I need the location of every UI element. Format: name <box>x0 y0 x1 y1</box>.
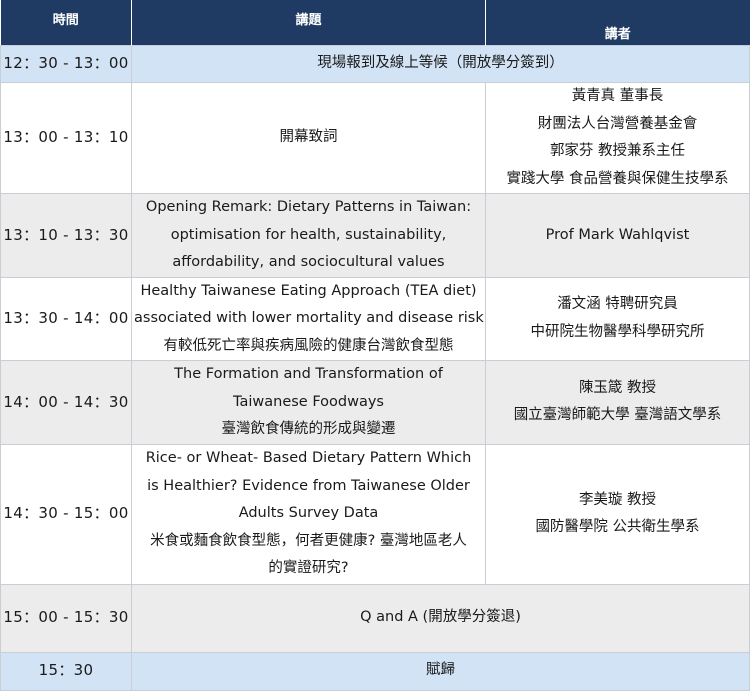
speaker-cell: 黃青真 董事長 財團法人台灣營養基金會 郭家芬 教授兼系主任 實踐大學 食品營養… <box>485 82 750 194</box>
topic-line: Rice- or Wheat- Based Dietary Pattern Wh… <box>145 450 472 467</box>
speaker-line: 潘文涵 特聘研究員 <box>557 296 678 313</box>
speaker-line: 陳玉箴 教授 <box>578 379 657 396</box>
topic-line: 開幕致詞 <box>279 129 338 146</box>
table-row: 15：00 - 15：30 Q and A (開放學分簽退) <box>0 583 750 653</box>
topic-cell: Healthy Taiwanese Eating Approach (TEA d… <box>131 276 486 361</box>
topic-line: Q and A (開放學分簽退) <box>360 609 521 626</box>
topic-line: The Formation and Transformation of <box>174 366 443 382</box>
topic-line: associated with lower mortality and dise… <box>134 310 484 326</box>
time-cell: 13：10 - 13：30 <box>0 193 132 278</box>
header-time: 時間 <box>0 0 132 46</box>
time-cell: 14：00 - 14：30 <box>0 360 132 445</box>
time-cell: 13：30 - 14：00 <box>0 276 132 361</box>
table-row: 14：30 - 15：00 Rice- or Wheat- Based Diet… <box>0 443 750 585</box>
speaker-line: 郭家芬 教授兼系主任 <box>549 143 686 159</box>
topic-line: 現場報到及線上等候（開放學分簽到） <box>317 55 564 72</box>
topic-line: Taiwanese Foodways <box>233 393 384 410</box>
topic-line: Healthy Taiwanese Eating Approach (TEA d… <box>140 282 477 299</box>
topic-cell: 賦歸 <box>131 651 750 691</box>
table-row: 13：30 - 14：00 Healthy Taiwanese Eating A… <box>0 276 750 361</box>
topic-line: affordability, and sociocultural values <box>172 254 445 270</box>
speaker-line: 國防醫學院 公共衛生學系 <box>535 519 700 535</box>
table-row: 15：30 賦歸 <box>0 651 750 691</box>
topic-line: 的實證研究? <box>268 560 349 577</box>
table-row: 13：00 - 13：10 開幕致詞 黃青真 董事長 財團法人台灣營養基金會 郭… <box>0 82 750 194</box>
speaker-line: Prof Mark Wahlqvist <box>545 226 690 243</box>
topic-line: 賦歸 <box>426 662 455 679</box>
header-speaker: 講者 <box>485 0 750 46</box>
table-row: 13：10 - 13：30 Opening Remark: Dietary Pa… <box>0 193 750 278</box>
topic-line: 有較低死亡率與疾病風險的健康台灣飲食型態 <box>163 337 454 354</box>
speaker-cell: 潘文涵 特聘研究員 中研院生物醫學科學研究所 <box>485 276 750 361</box>
header-row: 時間 講題 講者 <box>0 0 750 46</box>
agenda-table: 時間 講題 講者 12：30 - 13：00 現場報到及線上等候（開放學分簽到）… <box>0 0 750 691</box>
topic-cell: Rice- or Wheat- Based Dietary Pattern Wh… <box>131 443 486 585</box>
time-cell: 12：30 - 13：00 <box>0 45 132 83</box>
table-row: 14：00 - 14：30 The Formation and Transfor… <box>0 360 750 445</box>
time-cell: 15：30 <box>0 651 132 691</box>
speaker-line: 國立臺灣師範大學 臺灣語文學系 <box>513 407 722 424</box>
speaker-line: 財團法人台灣營養基金會 <box>537 115 698 132</box>
topic-cell: Opening Remark: Dietary Patterns in Taiw… <box>131 193 486 278</box>
topic-line: Opening Remark: Dietary Patterns in Taiw… <box>145 199 472 215</box>
table-row: 12：30 - 13：00 現場報到及線上等候（開放學分簽到） <box>0 45 750 83</box>
time-cell: 13：00 - 13：10 <box>0 82 132 194</box>
topic-cell: The Formation and Transformation of Taiw… <box>131 360 486 445</box>
time-cell: 15：00 - 15：30 <box>0 583 132 653</box>
topic-line: is Healthier? Evidence from Taiwanese Ol… <box>147 477 470 494</box>
topic-cell: Q and A (開放學分簽退) <box>131 583 750 653</box>
speaker-line: 中研院生物醫學科學研究所 <box>530 323 705 340</box>
speaker-line: 黃青真 董事長 <box>571 88 664 104</box>
topic-line: optimisation for health, sustainability, <box>170 226 447 243</box>
speaker-cell: Prof Mark Wahlqvist <box>485 193 750 278</box>
speaker-cell: 李美璇 教授 國防醫學院 公共衛生學系 <box>485 443 750 585</box>
speaker-cell: 陳玉箴 教授 國立臺灣師範大學 臺灣語文學系 <box>485 360 750 445</box>
topic-line: Adults Survey Data <box>238 505 379 522</box>
speaker-line: 實踐大學 食品營養與保健生技學系 <box>506 170 729 187</box>
topic-cell: 現場報到及線上等候（開放學分簽到） <box>131 45 750 83</box>
speaker-line: 李美璇 教授 <box>578 491 657 508</box>
header-topic: 講題 <box>131 0 486 46</box>
topic-cell: 開幕致詞 <box>131 82 486 194</box>
topic-line: 米食或麵食飲食型態，何者更健康? 臺灣地區老人 <box>150 532 467 549</box>
topic-line: 臺灣飲食傳統的形成與變遷 <box>221 421 396 437</box>
time-cell: 14：30 - 15：00 <box>0 443 132 585</box>
